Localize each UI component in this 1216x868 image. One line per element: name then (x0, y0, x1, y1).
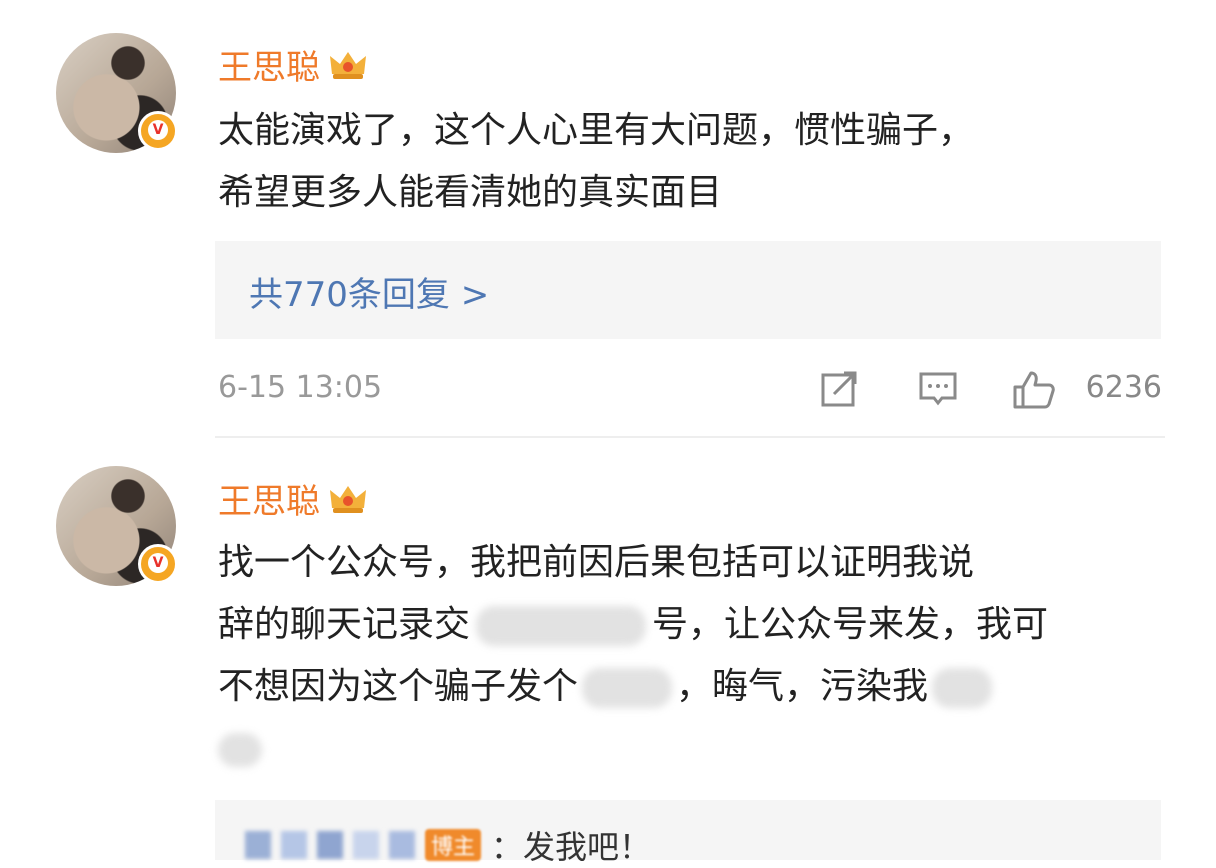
comment-line: 找一个公众号，我把前因后果包括可以证明我说 (218, 542, 975, 583)
like-count: 6236 (1085, 370, 1162, 405)
blogger-tag: 博主 (425, 829, 482, 861)
username-label[interactable]: 王思聪 (218, 474, 320, 523)
comment-text: 找一个公众号，我把前因后果包括可以证明我说 辞的聊天记录交 号，让公众号来发，我可… (218, 532, 1158, 780)
comment-icon[interactable] (918, 370, 958, 408)
reply-preview[interactable]: 博主 ：发我吧！ (245, 822, 651, 868)
timestamp: 6-15 13:05 (218, 370, 383, 405)
redacted-blur (476, 606, 647, 646)
redacted-blur (353, 831, 379, 859)
redacted-blur (245, 831, 271, 859)
avatar[interactable]: V (56, 33, 178, 153)
comment-line: 不想因为这个骗子发个 ，晦气，污染我 (218, 656, 1158, 718)
comment-segment: ，晦气，污染我 (676, 666, 929, 707)
comment-meta: 6-15 13:05 6236 (218, 370, 1162, 410)
comment-text: 太能演戏了，这个人心里有大问题，惯性骗子， 希望更多人能看清她的真实面目 (218, 100, 1158, 224)
comment-line: 希望更多人能看清她的真实面目 (218, 172, 723, 213)
username[interactable]: 王思聪 (218, 40, 368, 89)
avatar[interactable]: V (56, 466, 178, 586)
comment-segment: 辞的聊天记录交 (218, 604, 471, 645)
share-icon[interactable] (820, 370, 860, 408)
redacted-blur (389, 831, 415, 859)
comment-line: 辞的聊天记录交 号，让公众号来发，我可 (218, 594, 1158, 656)
username-label[interactable]: 王思聪 (218, 40, 320, 89)
comment-segment: 号，让公众号来发，我可 (652, 604, 1049, 645)
verified-badge-icon: V (138, 111, 178, 151)
reply-text: ：发我吧！ (491, 828, 652, 866)
comment-segment: 不想因为这个骗子发个 (218, 666, 579, 707)
comment-line: 太能演戏了，这个人心里有大问题，惯性骗子， (218, 110, 975, 151)
view-replies-link[interactable]: 共770条回复 > (249, 267, 489, 316)
redacted-blur (281, 831, 307, 859)
redacted-blur (582, 668, 673, 708)
crown-icon (330, 51, 366, 79)
comment-line (218, 718, 1158, 780)
verified-badge-icon: V (138, 544, 178, 584)
replies-box[interactable]: 共770条回复 > (215, 241, 1161, 339)
replies-box[interactable]: 博主 ：发我吧！ (215, 800, 1161, 866)
divider (215, 436, 1165, 438)
crown-icon (330, 485, 366, 513)
redacted-blur (932, 668, 993, 708)
username[interactable]: 王思聪 (218, 474, 368, 523)
redacted-blur (218, 733, 262, 767)
redacted-blur (317, 831, 343, 859)
like-icon[interactable] (1012, 370, 1056, 410)
